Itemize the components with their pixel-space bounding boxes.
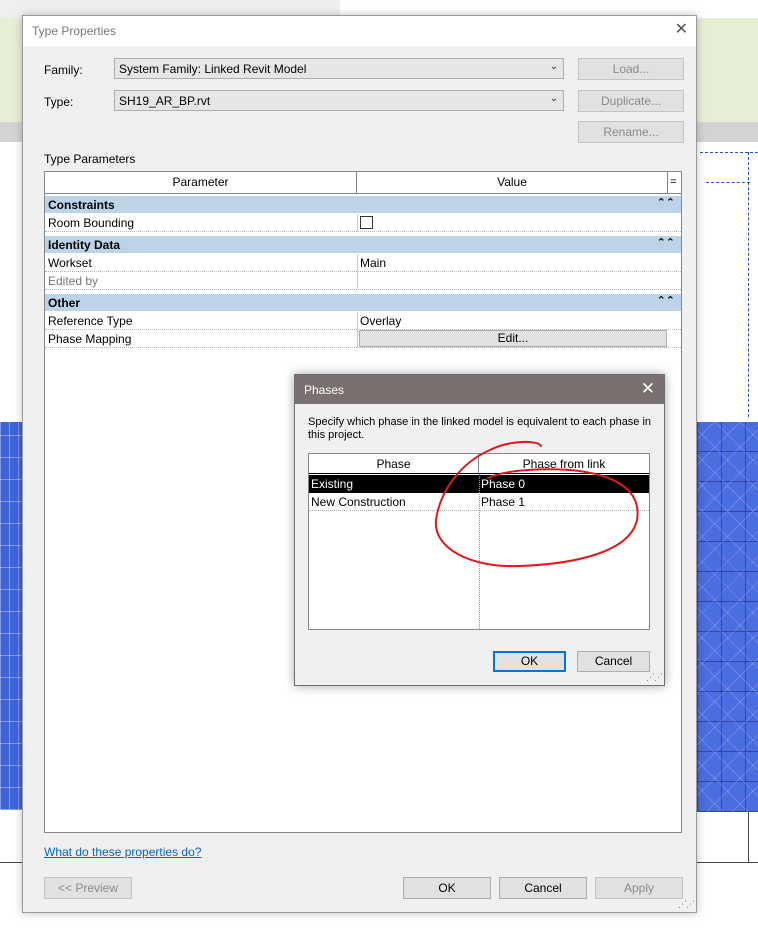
phase-column-header[interactable]: Phase bbox=[309, 454, 479, 474]
phases-description: Specify which phase in the linked model … bbox=[308, 416, 652, 441]
room-bounding-checkbox[interactable] bbox=[360, 216, 373, 229]
phase-from-link-column-header[interactable]: Phase from link bbox=[479, 454, 649, 474]
collapse-icon[interactable]: ⌃⌃ bbox=[657, 294, 675, 307]
type-label: Type: bbox=[44, 95, 74, 109]
phase-cell: Existing bbox=[311, 477, 354, 491]
param-value bbox=[357, 214, 667, 231]
chevron-down-icon: ⌄ bbox=[549, 61, 558, 72]
edited-by-value bbox=[357, 272, 667, 289]
phases-cancel-button[interactable]: Cancel bbox=[577, 651, 650, 672]
collapse-icon[interactable]: ⌃⌃ bbox=[657, 196, 675, 209]
collapse-icon[interactable]: ⌃⌃ bbox=[657, 236, 675, 249]
group-constraints[interactable]: Constraints ⌃⌃ bbox=[45, 196, 681, 213]
param-name: Reference Type bbox=[48, 314, 133, 328]
group-label: Constraints bbox=[48, 198, 115, 212]
phase-mapping-edit-button[interactable]: Edit... bbox=[359, 330, 667, 347]
param-row-room-bounding: Room Bounding bbox=[45, 214, 681, 232]
type-dropdown[interactable]: SH19_AR_BP.rvt ⌄ bbox=[114, 90, 564, 111]
phases-titlebar[interactable]: Phases ✕ bbox=[295, 375, 664, 404]
load-button[interactable]: Load... bbox=[578, 58, 684, 80]
drawing-line bbox=[748, 812, 749, 862]
phase-from-link-cell[interactable]: Phase 1 bbox=[481, 495, 525, 509]
duplicate-button[interactable]: Duplicate... bbox=[578, 90, 684, 112]
column-divider bbox=[479, 474, 480, 629]
type-parameters-label: Type Parameters bbox=[44, 152, 136, 166]
preview-button[interactable]: << Preview bbox=[44, 877, 132, 899]
param-name: Room Bounding bbox=[48, 216, 135, 230]
param-name: Workset bbox=[48, 256, 92, 270]
chevron-down-icon: ⌄ bbox=[549, 93, 558, 104]
family-value: System Family: Linked Revit Model bbox=[119, 62, 307, 76]
value-column-header[interactable]: Value bbox=[357, 172, 667, 193]
crop-region-line bbox=[700, 152, 758, 153]
close-icon[interactable]: ✕ bbox=[675, 22, 688, 38]
linked-model-graphics-right bbox=[697, 422, 758, 812]
phases-title: Phases bbox=[304, 383, 345, 397]
group-other[interactable]: Other ⌃⌃ bbox=[45, 294, 681, 311]
parameter-column-header[interactable]: Parameter bbox=[45, 172, 357, 193]
param-name: Edited by bbox=[48, 274, 99, 288]
sort-toggle-button[interactable]: = bbox=[667, 172, 679, 193]
phases-dialog: Phases ✕ Specify which phase in the link… bbox=[294, 374, 665, 686]
workset-value[interactable]: Main bbox=[357, 254, 667, 271]
dialog-titlebar[interactable]: Type Properties ✕ bbox=[23, 16, 696, 46]
param-value: Edit... bbox=[357, 330, 667, 347]
crop-region-line bbox=[706, 182, 750, 183]
family-label: Family: bbox=[44, 63, 83, 77]
param-row-reference-type: Reference Type Overlay bbox=[45, 312, 681, 330]
resize-grip-icon[interactable]: ⋰⋰ bbox=[678, 899, 695, 910]
close-icon[interactable]: ✕ bbox=[641, 379, 655, 399]
resize-grip-icon[interactable]: ⋰⋰ bbox=[646, 672, 663, 683]
ok-button[interactable]: OK bbox=[403, 877, 491, 899]
param-row-workset: Workset Main bbox=[45, 254, 681, 272]
reference-type-value[interactable]: Overlay bbox=[357, 312, 667, 329]
group-label: Identity Data bbox=[48, 238, 121, 252]
type-value: SH19_AR_BP.rvt bbox=[119, 94, 211, 108]
apply-button[interactable]: Apply bbox=[595, 877, 683, 899]
rename-button[interactable]: Rename... bbox=[578, 121, 684, 143]
crop-region-line bbox=[748, 152, 749, 417]
help-link[interactable]: What do these properties do? bbox=[44, 845, 201, 859]
linked-model-graphics-left bbox=[0, 422, 22, 810]
family-dropdown[interactable]: System Family: Linked Revit Model ⌄ bbox=[114, 58, 564, 79]
dialog-title: Type Properties bbox=[32, 24, 117, 38]
grid-header: Parameter Value = bbox=[45, 172, 681, 194]
group-label: Other bbox=[48, 296, 81, 310]
phase-mapping-table: Phase Phase from link Existing Phase 0 N… bbox=[308, 453, 650, 630]
param-row-phase-mapping: Phase Mapping Edit... bbox=[45, 330, 681, 348]
phase-from-link-cell[interactable]: Phase 0 bbox=[481, 477, 525, 491]
param-row-edited-by: Edited by bbox=[45, 272, 681, 290]
phase-cell: New Construction bbox=[311, 495, 406, 509]
param-name: Phase Mapping bbox=[48, 332, 132, 346]
phases-ok-button[interactable]: OK bbox=[493, 651, 566, 672]
group-identity-data[interactable]: Identity Data ⌃⌃ bbox=[45, 236, 681, 253]
cancel-button[interactable]: Cancel bbox=[499, 877, 587, 899]
